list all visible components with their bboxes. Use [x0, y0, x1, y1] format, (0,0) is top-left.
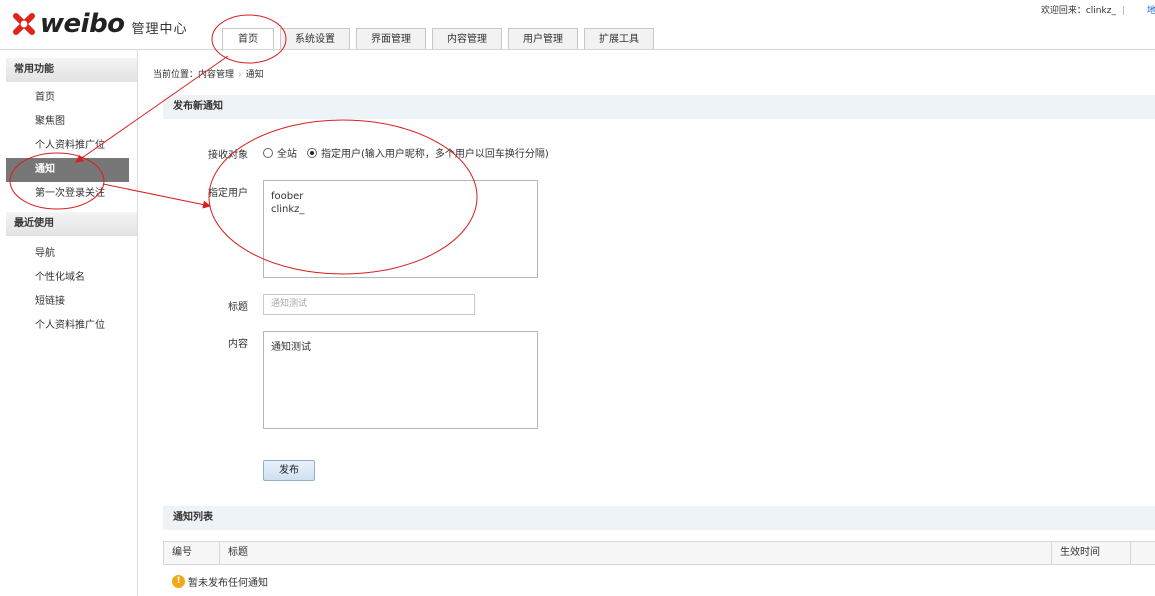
column-divider: [1130, 542, 1131, 564]
publish-section-title: 发布新通知: [163, 95, 1155, 119]
title-label: 标题: [228, 302, 248, 313]
sidebar-item-focus-image[interactable]: 聚焦图: [6, 110, 129, 134]
tab-content-management[interactable]: 内容管理: [432, 28, 502, 50]
breadcrumb-current: 通知: [245, 70, 264, 80]
notice-list-title: 通知列表: [163, 506, 1155, 530]
tab-user-management[interactable]: 用户管理: [508, 28, 578, 50]
logo-text: weibo: [40, 9, 125, 39]
radio-specified-users[interactable]: [307, 147, 317, 158]
publish-button[interactable]: 发布: [263, 460, 315, 481]
specified-users-label: 指定用户: [208, 188, 248, 199]
header-divider: [0, 49, 1155, 50]
sidebar: 常用功能 首页 聚焦图 个人资料推广位 通知 第一次登录关注 最近使用 导航 个…: [0, 50, 138, 596]
recipient-options: 全站 指定用户(输入用户昵称，多个用户以回车换行分隔): [263, 145, 559, 160]
sidebar-item-first-login-follow[interactable]: 第一次登录关注: [6, 182, 129, 206]
welcome-area: 欢迎回来：clinkz_ | 地图导: [1040, 3, 1155, 16]
content-label: 内容: [228, 339, 248, 350]
user-line: clinkz_: [271, 204, 305, 215]
tab-system-settings[interactable]: 系统设置: [280, 28, 350, 50]
sidebar-item-short-link[interactable]: 短链接: [6, 290, 129, 314]
column-divider: [219, 542, 220, 564]
radio-all-site[interactable]: [263, 147, 273, 158]
column-id: 编号: [172, 547, 192, 558]
title-input[interactable]: 通知测试: [263, 294, 475, 315]
weibo-logo[interactable]: weibo 管理中心: [10, 10, 188, 38]
sidebar-item-profile-promotion[interactable]: 个人资料推广位: [6, 134, 129, 158]
empty-notice-row: ! 暂未发布任何通知: [172, 574, 268, 589]
tab-home[interactable]: 首页: [222, 28, 274, 51]
sidebar-section-common: 常用功能: [6, 58, 137, 82]
breadcrumb: 当前位置：内容管理 › 通知: [153, 67, 264, 80]
column-divider: [1051, 542, 1052, 564]
warning-icon: !: [172, 575, 185, 588]
specified-users-textarea[interactable]: foober clinkz_: [263, 180, 538, 278]
recipient-label: 接收对象: [208, 150, 248, 161]
sidebar-item-navigation[interactable]: 导航: [6, 242, 129, 266]
breadcrumb-parent[interactable]: 内容管理: [198, 70, 234, 80]
header-separator: |: [1121, 6, 1125, 16]
tab-extension-tools[interactable]: 扩展工具: [584, 28, 654, 50]
sidebar-section-recent: 最近使用: [6, 212, 137, 236]
tab-interface-management[interactable]: 界面管理: [356, 28, 426, 50]
column-effective-time: 生效时间: [1060, 547, 1100, 558]
radio-specified-users-label[interactable]: 指定用户(输入用户昵称，多个用户以回车换行分隔): [321, 145, 549, 160]
map-link[interactable]: 地图导: [1147, 3, 1155, 16]
sidebar-item-custom-domain[interactable]: 个性化域名: [6, 266, 129, 290]
top-header: weibo 管理中心 欢迎回来：clinkz_ | 地图导 首页 系统设置 界面管理…: [0, 0, 1155, 51]
content-textarea[interactable]: 通知测试: [263, 331, 538, 429]
sidebar-item-profile-promotion-recent[interactable]: 个人资料推广位: [6, 314, 129, 338]
sidebar-item-notice[interactable]: 通知: [6, 158, 129, 182]
user-line: foober: [271, 191, 304, 202]
radio-all-site-label[interactable]: 全站: [277, 145, 297, 160]
sidebar-item-home[interactable]: 首页: [6, 86, 129, 110]
sidebar-recent-list: 导航 个性化域名 短链接 个人资料推广位: [0, 236, 137, 344]
breadcrumb-chevron-icon: ›: [238, 70, 242, 80]
logo-subtitle: 管理中心: [131, 21, 188, 37]
welcome-text: 欢迎回来：clinkz_: [1040, 6, 1116, 16]
weibo-logo-icon: [13, 13, 35, 35]
sidebar-common-list: 首页 聚焦图 个人资料推广位 通知 第一次登录关注: [0, 82, 137, 212]
main-tabs: 首页 系统设置 界面管理 内容管理 用户管理 扩展工具: [222, 28, 660, 51]
empty-notice-message: 暂未发布任何通知: [188, 578, 268, 589]
notice-table-header: 编号 标题 生效时间: [163, 541, 1155, 565]
column-title: 标题: [228, 547, 248, 558]
breadcrumb-prefix: 当前位置：: [153, 70, 199, 80]
